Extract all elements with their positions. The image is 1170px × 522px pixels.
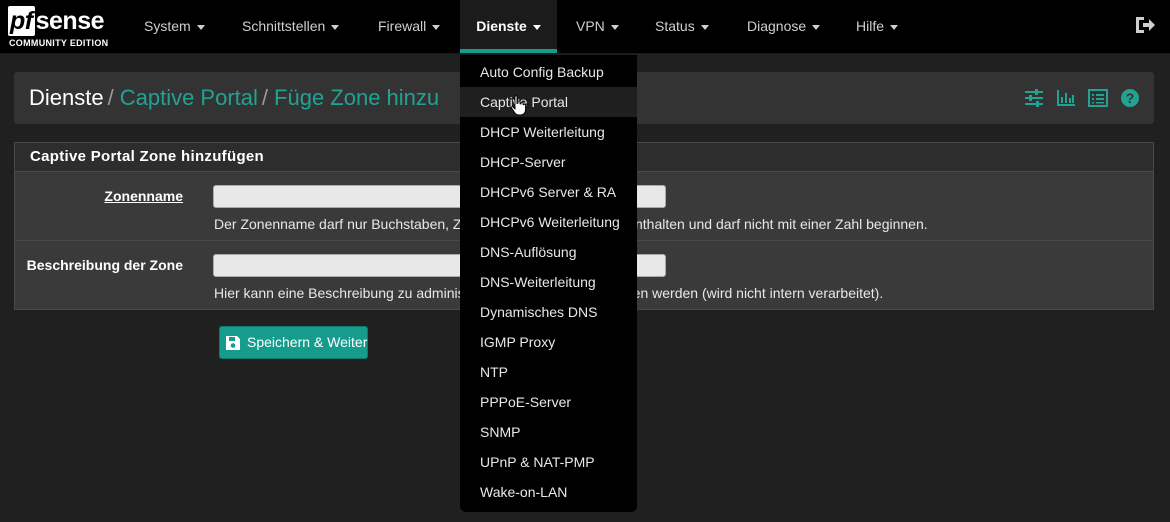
top-navbar: pf sense COMMUNITY EDITION System Schnitt… <box>0 0 1170 54</box>
breadcrumb-root: Dienste <box>29 85 104 110</box>
zone-name-label: Zonenname <box>104 188 183 204</box>
menu-item-dhcpv6-weiterleitung[interactable]: DHCPv6 Weiterleitung <box>460 207 637 237</box>
sign-out-icon[interactable] <box>1134 14 1156 36</box>
help-icon[interactable]: ? <box>1120 88 1140 111</box>
nav-dienste-label: Dienste <box>476 18 527 34</box>
chevron-down-icon <box>432 24 441 30</box>
menu-item-dns-weiterleitung[interactable]: DNS-Weiterleitung <box>460 267 637 297</box>
chevron-down-icon <box>610 24 619 30</box>
sliders-icon[interactable] <box>1024 88 1044 111</box>
chevron-down-icon <box>196 24 205 30</box>
chevron-down-icon <box>890 24 899 30</box>
nav-firewall[interactable]: Firewall <box>378 0 441 53</box>
dienste-dropdown-menu: Auto Config Backup Captive Portal DHCP W… <box>460 55 637 512</box>
menu-item-captive-portal[interactable]: Captive Portal <box>460 87 637 117</box>
chevron-down-icon <box>812 24 821 30</box>
menu-item-upnp-nat-pmp[interactable]: UPnP & NAT-PMP <box>460 447 637 477</box>
nav-vpn[interactable]: VPN <box>576 0 619 53</box>
menu-item-auto-config-backup[interactable]: Auto Config Backup <box>460 57 637 87</box>
breadcrumb-current[interactable]: Füge Zone hinzu <box>274 85 439 110</box>
menu-item-dns-aufloesung[interactable]: DNS-Auflösung <box>460 237 637 267</box>
menu-item-dhcpv6-server-ra[interactable]: DHCPv6 Server & RA <box>460 177 637 207</box>
menu-item-igmp-proxy[interactable]: IGMP Proxy <box>460 327 637 357</box>
nav-schnittstellen[interactable]: Schnittstellen <box>242 0 340 53</box>
hand-cursor-icon <box>510 95 526 116</box>
breadcrumb-separator: / <box>261 85 269 110</box>
menu-item-dynamisches-dns[interactable]: Dynamisches DNS <box>460 297 637 327</box>
nav-diagnose-label: Diagnose <box>747 18 807 34</box>
nav-diagnose[interactable]: Diagnose <box>747 0 821 53</box>
breadcrumb-separator: / <box>107 85 114 110</box>
svg-text:?: ? <box>1126 90 1135 106</box>
nav-schnittstellen-label: Schnittstellen <box>242 18 326 34</box>
menu-item-pppoe-server[interactable]: PPPoE-Server <box>460 387 637 417</box>
nav-status[interactable]: Status <box>655 0 709 53</box>
save-continue-label: Speichern & Weiter <box>247 334 368 350</box>
active-tab-indicator <box>460 49 557 53</box>
menu-item-ntp[interactable]: NTP <box>460 357 637 387</box>
logo-sense: sense <box>35 7 105 35</box>
menu-item-dhcp-server[interactable]: DHCP-Server <box>460 147 637 177</box>
nav-firewall-label: Firewall <box>378 18 427 34</box>
bar-chart-icon[interactable] <box>1056 88 1076 111</box>
nav-hilfe[interactable]: Hilfe <box>856 0 899 53</box>
chevron-down-icon <box>532 24 541 30</box>
list-icon[interactable] <box>1088 88 1109 111</box>
nav-dienste[interactable]: Dienste <box>460 0 557 53</box>
zone-description-label: Beschreibung der Zone <box>26 257 183 273</box>
save-continue-button[interactable]: Speichern & Weiter <box>219 326 368 359</box>
menu-item-snmp[interactable]: SNMP <box>460 417 637 447</box>
logo-edition: COMMUNITY EDITION <box>9 38 109 48</box>
chevron-down-icon <box>700 24 709 30</box>
nav-system-label: System <box>144 18 191 34</box>
pfsense-logo[interactable]: pf sense COMMUNITY EDITION <box>8 6 118 50</box>
save-icon <box>226 336 240 350</box>
menu-item-wake-on-lan[interactable]: Wake-on-LAN <box>460 477 637 507</box>
nav-hilfe-label: Hilfe <box>856 18 885 34</box>
logo-pf: pf <box>8 6 35 36</box>
chevron-down-icon <box>331 24 340 30</box>
breadcrumb-captive-portal[interactable]: Captive Portal <box>120 85 258 110</box>
nav-system[interactable]: System <box>144 0 205 53</box>
nav-vpn-label: VPN <box>576 18 605 34</box>
nav-status-label: Status <box>655 18 695 34</box>
menu-item-dhcp-weiterleitung[interactable]: DHCP Weiterleitung <box>460 117 637 147</box>
